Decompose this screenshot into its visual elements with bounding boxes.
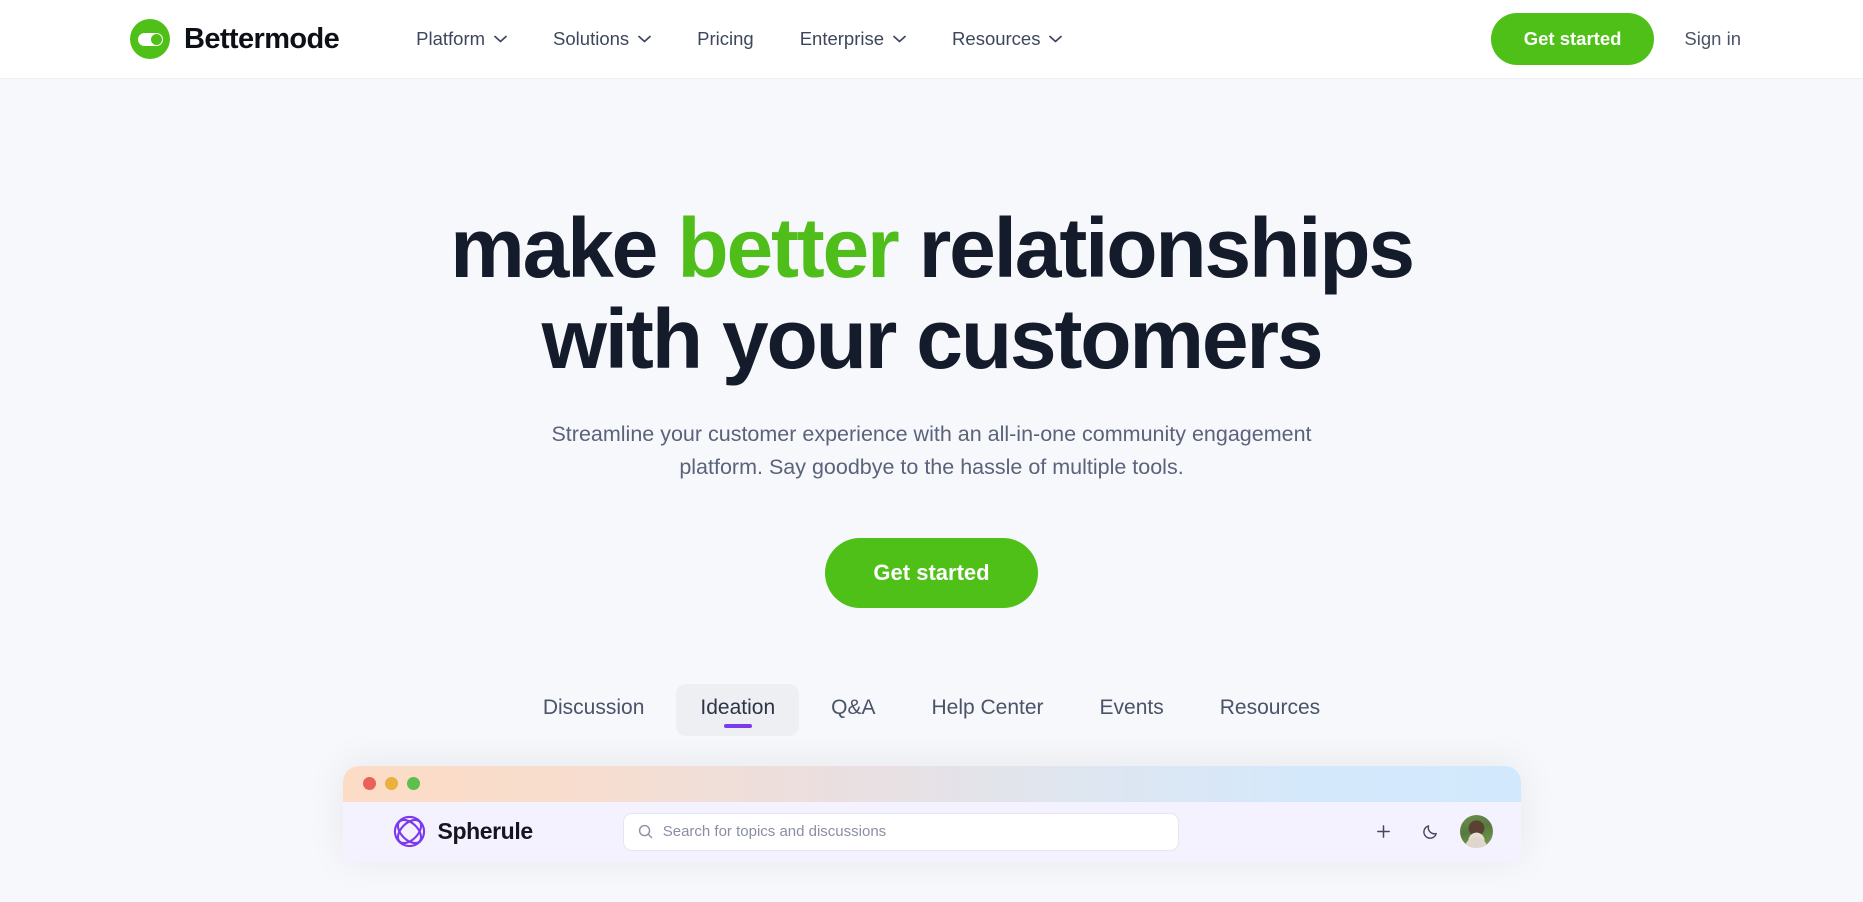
header-get-started-button[interactable]: Get started bbox=[1490, 13, 1655, 65]
toggle-switch-icon bbox=[130, 19, 170, 59]
mockup-header-actions bbox=[1366, 814, 1493, 849]
nav-item-resources[interactable]: Resources bbox=[933, 18, 1081, 60]
mockup-brand-name: Spherule bbox=[437, 818, 534, 845]
nav-item-label: Platform bbox=[416, 28, 486, 49]
spherule-logo-icon bbox=[393, 815, 426, 848]
mockup-titlebar bbox=[342, 765, 1521, 802]
nav-item-solutions[interactable]: Solutions bbox=[534, 18, 670, 60]
search-placeholder: Search for topics and discussions bbox=[662, 823, 887, 841]
hero-section: make better relationships with your cust… bbox=[0, 79, 1863, 862]
product-screenshot-mockup: Spherule Search for topics and discussio… bbox=[342, 765, 1521, 862]
header-actions: Get started Sign in bbox=[1490, 13, 1741, 65]
brand-name: Bettermode bbox=[184, 22, 340, 55]
mockup-brand[interactable]: Spherule bbox=[393, 815, 533, 848]
nav-item-enterprise[interactable]: Enterprise bbox=[781, 18, 925, 60]
minimize-dot bbox=[384, 777, 398, 791]
nav-item-platform[interactable]: Platform bbox=[397, 18, 526, 60]
page-title: make better relationships with your cust… bbox=[0, 203, 1863, 384]
dark-mode-toggle[interactable] bbox=[1413, 814, 1448, 849]
user-avatar[interactable] bbox=[1459, 815, 1493, 849]
showcase-tabs: Discussion Ideation Q&A Help Center Even… bbox=[0, 683, 1863, 736]
tab-resources[interactable]: Resources bbox=[1196, 684, 1344, 736]
hero-title-pre: make bbox=[450, 201, 678, 295]
nav-item-label: Solutions bbox=[553, 28, 630, 49]
nav-item-label: Enterprise bbox=[799, 28, 885, 49]
search-icon bbox=[638, 824, 653, 839]
hero-cta-wrapper: Get started bbox=[0, 537, 1863, 608]
tab-help-center[interactable]: Help Center bbox=[907, 684, 1067, 736]
hero-title-line-1: make better relationships bbox=[450, 201, 1415, 295]
close-dot bbox=[362, 777, 376, 791]
tab-discussion[interactable]: Discussion bbox=[519, 684, 669, 736]
nav-item-pricing[interactable]: Pricing bbox=[678, 18, 773, 60]
maximize-dot bbox=[406, 777, 420, 791]
hero-title-line-2: with your customers bbox=[541, 291, 1324, 386]
tab-events[interactable]: Events bbox=[1076, 684, 1188, 736]
main-navigation: Platform Solutions Pricing Enterprise Re… bbox=[397, 18, 1081, 60]
hero-subtitle: Streamline your customer experience with… bbox=[551, 422, 1312, 480]
tab-qa[interactable]: Q&A bbox=[807, 684, 899, 736]
chevron-down-icon bbox=[1049, 35, 1063, 43]
nav-item-label: Resources bbox=[952, 28, 1041, 49]
site-header: Bettermode Platform Solutions Pricing En… bbox=[0, 0, 1863, 79]
hero-title-accent: better bbox=[677, 201, 899, 295]
brand-logo[interactable]: Bettermode bbox=[130, 19, 340, 59]
mockup-app-header: Spherule Search for topics and discussio… bbox=[342, 801, 1521, 862]
sign-in-link[interactable]: Sign in bbox=[1684, 28, 1741, 50]
tab-ideation[interactable]: Ideation bbox=[676, 683, 800, 736]
chevron-down-icon bbox=[494, 35, 507, 43]
hero-title-post: relationships bbox=[897, 201, 1415, 295]
chevron-down-icon bbox=[893, 35, 906, 43]
chevron-down-icon bbox=[638, 35, 652, 43]
search-input[interactable]: Search for topics and discussions bbox=[622, 812, 1179, 851]
hero-get-started-button[interactable]: Get started bbox=[825, 537, 1038, 608]
nav-item-label: Pricing bbox=[697, 28, 754, 49]
add-button[interactable] bbox=[1366, 814, 1401, 849]
